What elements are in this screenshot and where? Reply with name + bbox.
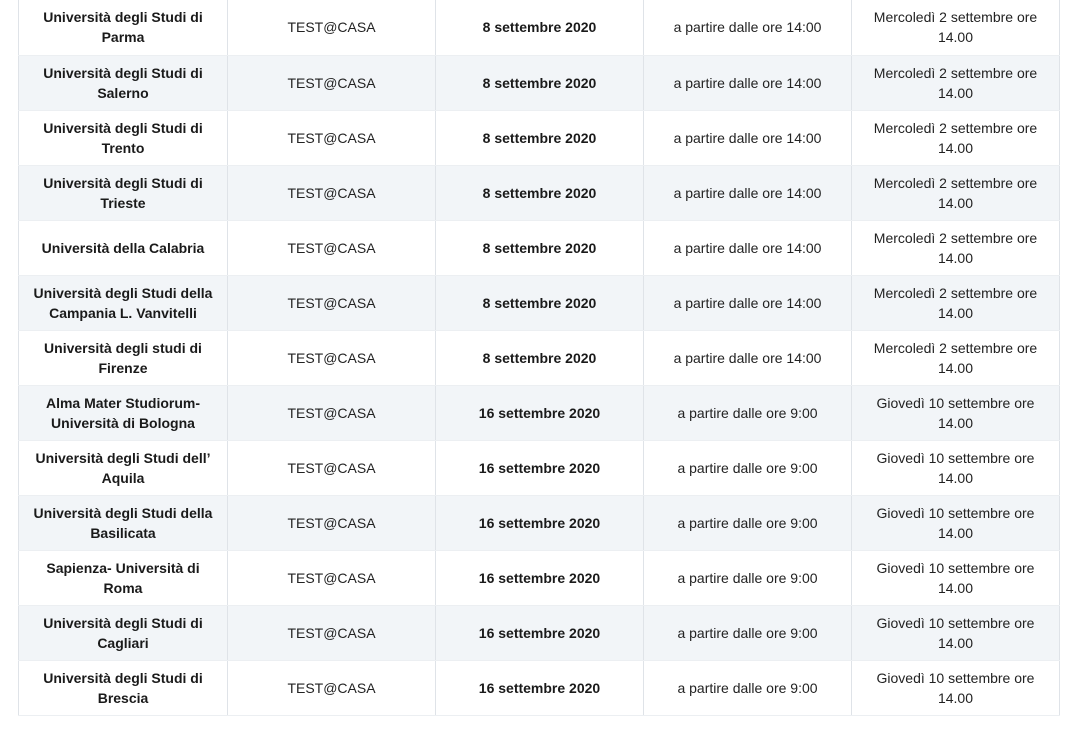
date-cell: 8 settembre 2020 bbox=[435, 55, 644, 111]
university-cell: Università degli Studi di Salerno bbox=[18, 55, 228, 111]
time-cell: a partire dalle ore 9:00 bbox=[643, 605, 852, 661]
registration-cell: Giovedì 10 settembre ore 14.00 bbox=[851, 660, 1060, 716]
date-cell: 8 settembre 2020 bbox=[435, 220, 644, 276]
registration-cell: Giovedì 10 settembre ore 14.00 bbox=[851, 605, 1060, 661]
university-cell: Università degli Studi dell’ Aquila bbox=[18, 440, 228, 496]
mode-cell: TEST@CASA bbox=[227, 0, 436, 56]
table-row: Università degli studi di Firenze TEST@C… bbox=[18, 330, 1060, 386]
mode-cell: TEST@CASA bbox=[227, 550, 436, 606]
mode-cell: TEST@CASA bbox=[227, 55, 436, 111]
mode-cell: TEST@CASA bbox=[227, 110, 436, 166]
table-row: Università degli Studi di Cagliari TEST@… bbox=[18, 605, 1060, 661]
schedule-table: Università degli Studi di Parma TEST@CAS… bbox=[18, 0, 1060, 716]
mode-cell: TEST@CASA bbox=[227, 660, 436, 716]
date-cell: 16 settembre 2020 bbox=[435, 385, 644, 441]
date-cell: 16 settembre 2020 bbox=[435, 495, 644, 551]
table-row: Università degli Studi dell’ Aquila TEST… bbox=[18, 440, 1060, 496]
registration-cell: Mercoledì 2 settembre ore 14.00 bbox=[851, 0, 1060, 56]
mode-cell: TEST@CASA bbox=[227, 220, 436, 276]
registration-cell: Giovedì 10 settembre ore 14.00 bbox=[851, 385, 1060, 441]
university-cell: Università della Calabria bbox=[18, 220, 228, 276]
registration-cell: Giovedì 10 settembre ore 14.00 bbox=[851, 495, 1060, 551]
table-row: Alma Mater Studiorum- Università di Bolo… bbox=[18, 385, 1060, 441]
registration-cell: Mercoledì 2 settembre ore 14.00 bbox=[851, 55, 1060, 111]
table-row: Università degli Studi di Brescia TEST@C… bbox=[18, 660, 1060, 716]
mode-cell: TEST@CASA bbox=[227, 495, 436, 551]
registration-cell: Mercoledì 2 settembre ore 14.00 bbox=[851, 110, 1060, 166]
registration-cell: Mercoledì 2 settembre ore 14.00 bbox=[851, 165, 1060, 221]
time-cell: a partire dalle ore 14:00 bbox=[643, 110, 852, 166]
time-cell: a partire dalle ore 14:00 bbox=[643, 220, 852, 276]
time-cell: a partire dalle ore 9:00 bbox=[643, 385, 852, 441]
time-cell: a partire dalle ore 14:00 bbox=[643, 275, 852, 331]
registration-cell: Giovedì 10 settembre ore 14.00 bbox=[851, 550, 1060, 606]
table-row: Università della Calabria TEST@CASA 8 se… bbox=[18, 220, 1060, 276]
university-cell: Università degli studi di Firenze bbox=[18, 330, 228, 386]
date-cell: 8 settembre 2020 bbox=[435, 165, 644, 221]
university-cell: Alma Mater Studiorum- Università di Bolo… bbox=[18, 385, 228, 441]
schedule-table-body: Università degli Studi di Parma TEST@CAS… bbox=[18, 0, 1060, 716]
registration-cell: Giovedì 10 settembre ore 14.00 bbox=[851, 440, 1060, 496]
time-cell: a partire dalle ore 14:00 bbox=[643, 55, 852, 111]
table-row: Università degli Studi di Salerno TEST@C… bbox=[18, 55, 1060, 111]
university-cell: Università degli Studi della Basilicata bbox=[18, 495, 228, 551]
time-cell: a partire dalle ore 9:00 bbox=[643, 550, 852, 606]
table-row: Università degli Studi della Campania L.… bbox=[18, 275, 1060, 331]
registration-cell: Mercoledì 2 settembre ore 14.00 bbox=[851, 220, 1060, 276]
table-row: Università degli Studi della Basilicata … bbox=[18, 495, 1060, 551]
registration-cell: Mercoledì 2 settembre ore 14.00 bbox=[851, 275, 1060, 331]
table-row: Università degli Studi di Parma TEST@CAS… bbox=[18, 0, 1060, 56]
schedule-table-container: Università degli Studi di Parma TEST@CAS… bbox=[18, 0, 1060, 716]
mode-cell: TEST@CASA bbox=[227, 275, 436, 331]
date-cell: 8 settembre 2020 bbox=[435, 0, 644, 56]
table-row: Università degli Studi di Trieste TEST@C… bbox=[18, 165, 1060, 221]
university-cell: Università degli Studi di Trento bbox=[18, 110, 228, 166]
time-cell: a partire dalle ore 9:00 bbox=[643, 660, 852, 716]
university-cell: Università degli Studi della Campania L.… bbox=[18, 275, 228, 331]
time-cell: a partire dalle ore 14:00 bbox=[643, 165, 852, 221]
time-cell: a partire dalle ore 9:00 bbox=[643, 495, 852, 551]
date-cell: 8 settembre 2020 bbox=[435, 330, 644, 386]
university-cell: Università degli Studi di Brescia bbox=[18, 660, 228, 716]
date-cell: 16 settembre 2020 bbox=[435, 440, 644, 496]
date-cell: 16 settembre 2020 bbox=[435, 605, 644, 661]
date-cell: 8 settembre 2020 bbox=[435, 110, 644, 166]
time-cell: a partire dalle ore 9:00 bbox=[643, 440, 852, 496]
mode-cell: TEST@CASA bbox=[227, 605, 436, 661]
mode-cell: TEST@CASA bbox=[227, 385, 436, 441]
date-cell: 8 settembre 2020 bbox=[435, 275, 644, 331]
mode-cell: TEST@CASA bbox=[227, 330, 436, 386]
university-cell: Università degli Studi di Cagliari bbox=[18, 605, 228, 661]
date-cell: 16 settembre 2020 bbox=[435, 550, 644, 606]
university-cell: Sapienza- Università di Roma bbox=[18, 550, 228, 606]
time-cell: a partire dalle ore 14:00 bbox=[643, 0, 852, 56]
table-row: Università degli Studi di Trento TEST@CA… bbox=[18, 110, 1060, 166]
registration-cell: Mercoledì 2 settembre ore 14.00 bbox=[851, 330, 1060, 386]
time-cell: a partire dalle ore 14:00 bbox=[643, 330, 852, 386]
mode-cell: TEST@CASA bbox=[227, 440, 436, 496]
table-row: Sapienza- Università di Roma TEST@CASA 1… bbox=[18, 550, 1060, 606]
mode-cell: TEST@CASA bbox=[227, 165, 436, 221]
date-cell: 16 settembre 2020 bbox=[435, 660, 644, 716]
university-cell: Università degli Studi di Trieste bbox=[18, 165, 228, 221]
university-cell: Università degli Studi di Parma bbox=[18, 0, 228, 56]
